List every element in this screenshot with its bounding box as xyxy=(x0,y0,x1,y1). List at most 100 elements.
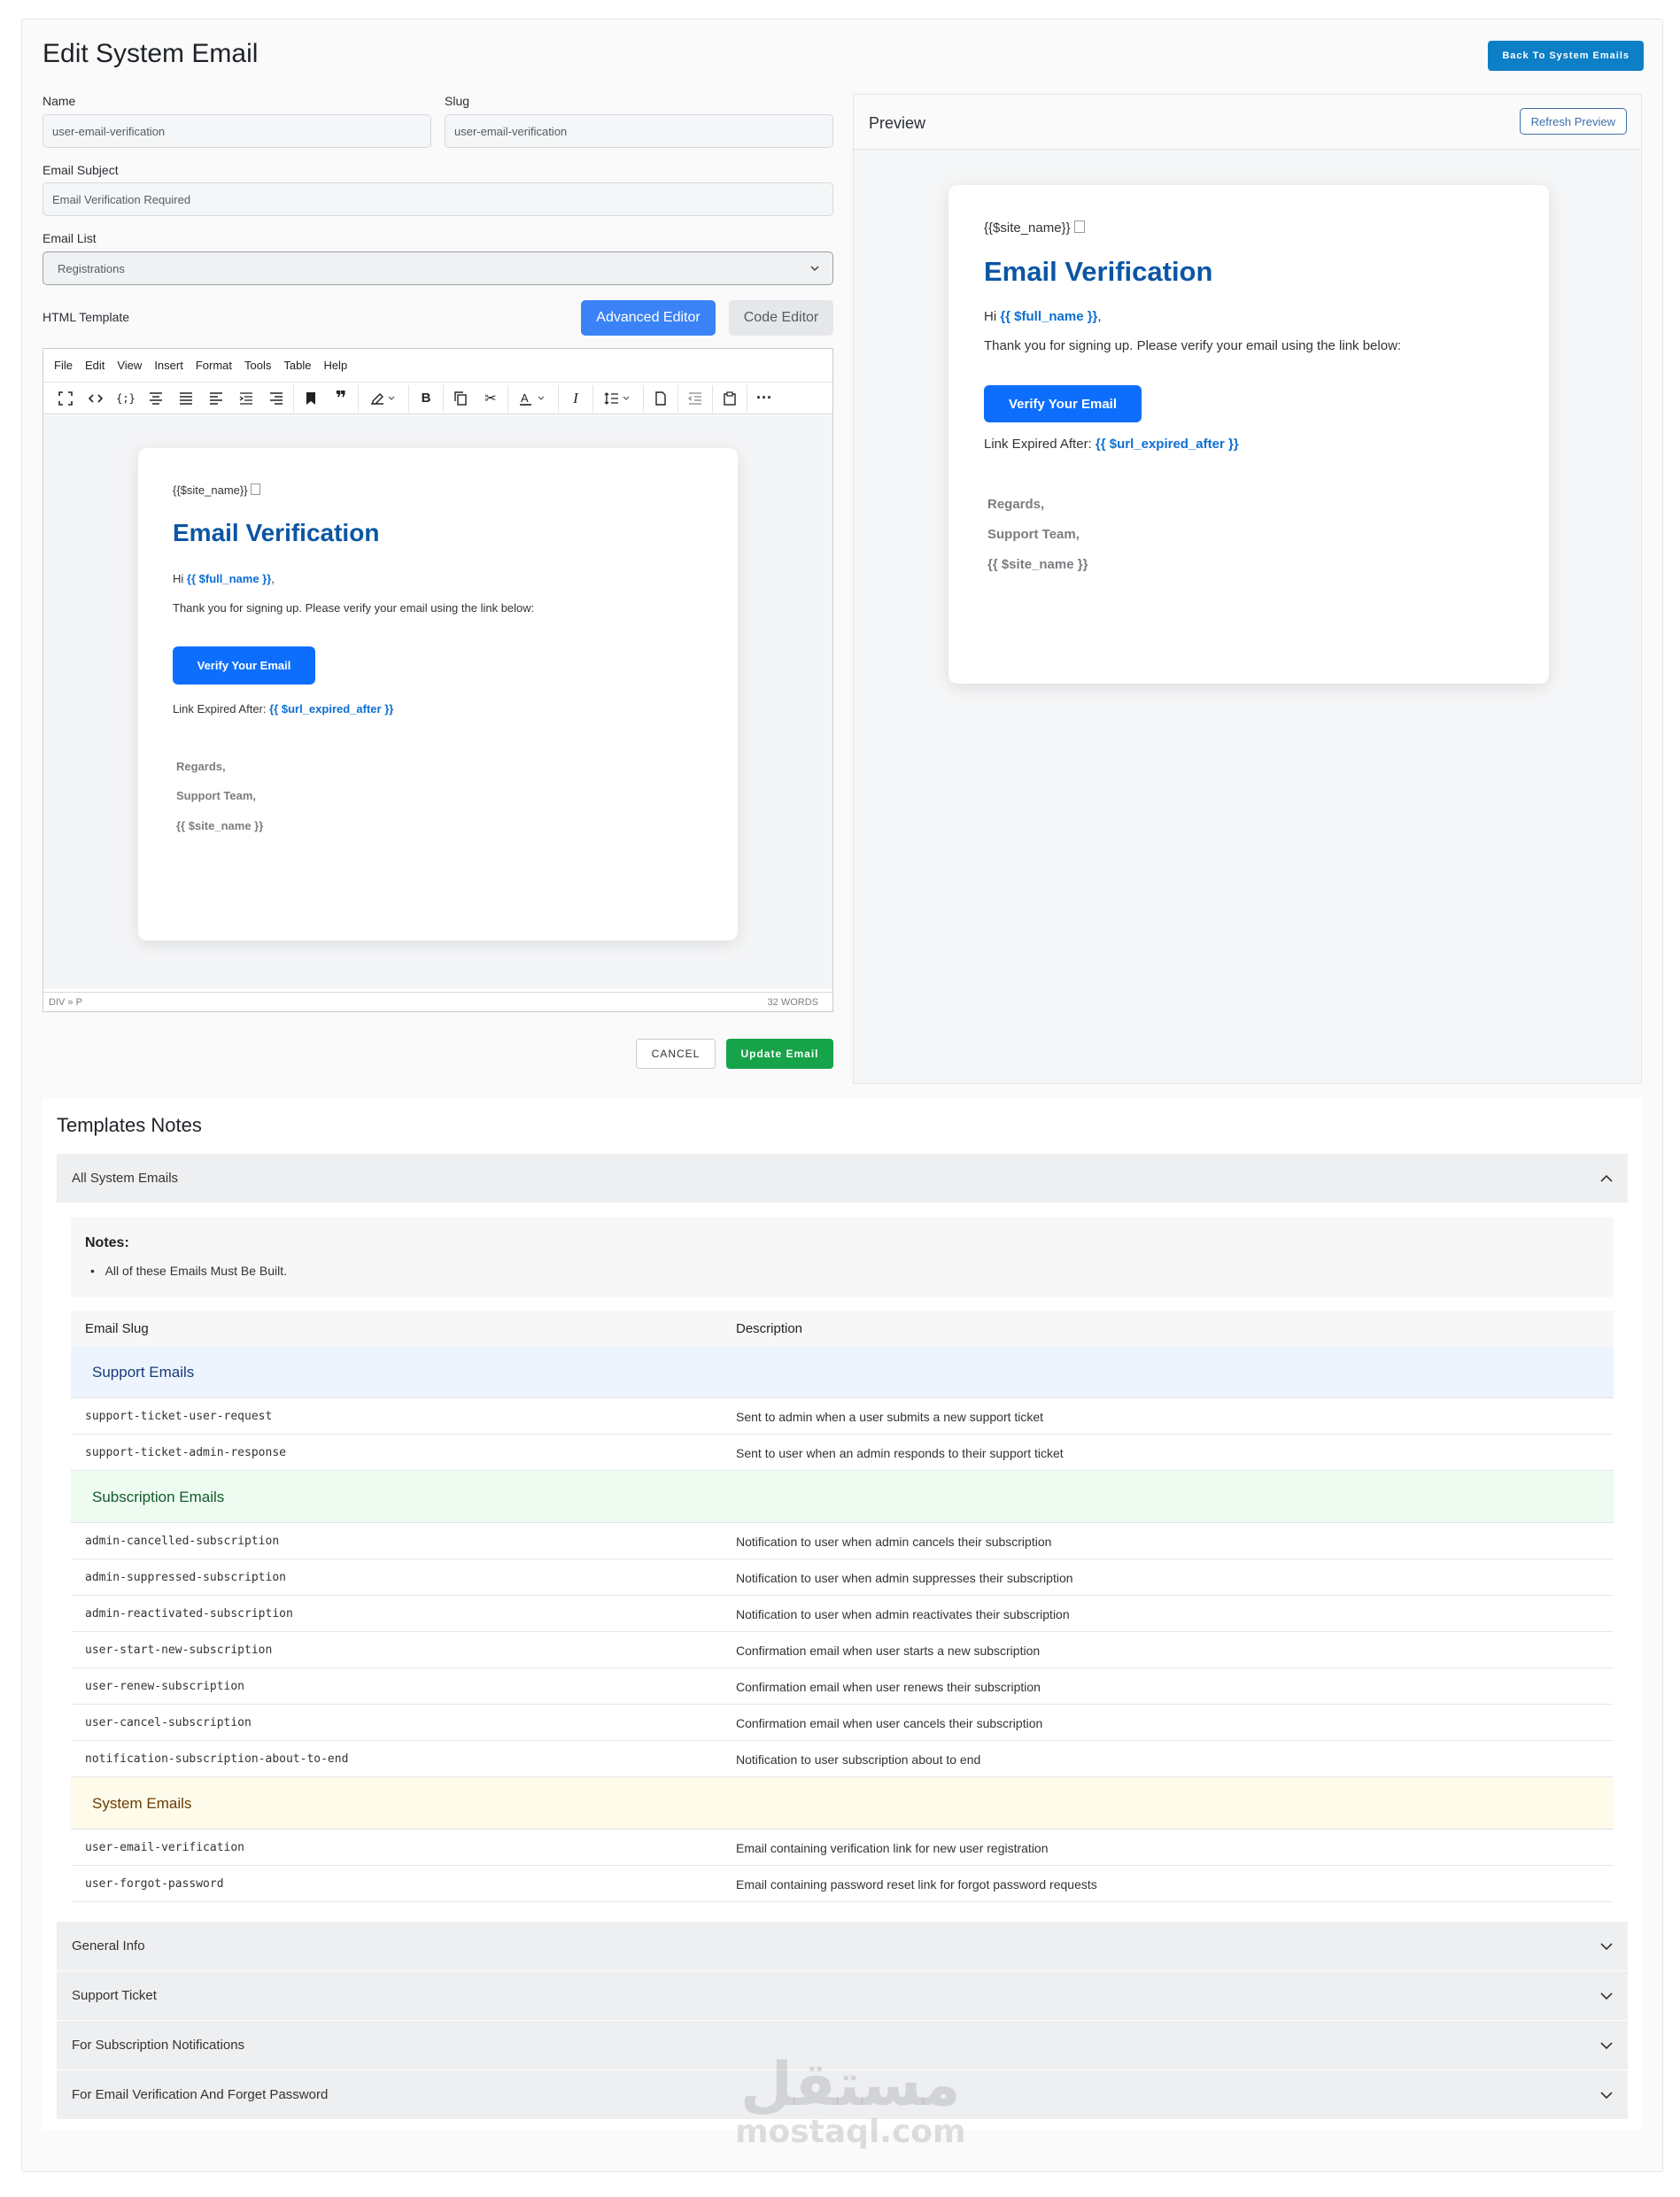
text-color-icon[interactable]: A xyxy=(510,385,556,412)
outdent-icon[interactable] xyxy=(680,385,710,412)
notes-heading: Notes: xyxy=(85,1235,129,1250)
email-description: Notification to user when admin reactiva… xyxy=(736,1607,1070,1621)
email-description: Confirmation email when user cancels the… xyxy=(736,1716,1043,1730)
email-signature-site: {{ $site_name }} xyxy=(176,819,264,832)
blockquote-icon[interactable]: ❞ xyxy=(326,385,356,412)
toolbar-divider xyxy=(643,384,644,412)
cut-icon[interactable]: ✂ xyxy=(476,385,506,412)
verify-email-button[interactable]: Verify Your Email xyxy=(984,385,1142,422)
table-row: user-forgot-password Email containing pas… xyxy=(71,1866,1614,1902)
email-description: Email containing password reset link for… xyxy=(736,1877,1097,1891)
email-body-text: Thank you for signing up. Please verify … xyxy=(984,338,1402,353)
advanced-editor-button[interactable]: Advanced Editor xyxy=(581,300,716,336)
line-height-icon[interactable] xyxy=(595,385,641,412)
accordion-general-info[interactable]: General Info xyxy=(57,1922,1628,1970)
email-slug: notification-subscription-about-to-end xyxy=(85,1752,349,1766)
email-slug: support-ticket-user-request xyxy=(85,1410,273,1423)
chevron-up-icon xyxy=(1600,1174,1613,1182)
toolbar-divider xyxy=(558,384,559,412)
email-site-name: {{$site_name}} xyxy=(173,483,261,497)
page-title: Edit System Email xyxy=(43,39,259,68)
refresh-preview-button[interactable]: Refresh Preview xyxy=(1519,108,1627,135)
element-path[interactable]: DIV » P xyxy=(49,997,82,1008)
email-subject-input[interactable]: Email Verification Required xyxy=(43,182,833,216)
italic-icon[interactable]: I xyxy=(561,385,591,412)
email-description: Confirmation email when user renews thei… xyxy=(736,1680,1041,1694)
justify-icon[interactable] xyxy=(171,385,201,412)
full-name-variable: {{ $full_name }} xyxy=(186,572,272,585)
toolbar-divider xyxy=(358,384,359,412)
broken-image-icon xyxy=(1073,220,1085,233)
cancel-button[interactable]: CANCEL xyxy=(636,1039,716,1069)
url-expired-variable: {{ $url_expired_after }} xyxy=(269,702,394,716)
code-sample-icon[interactable]: {;} xyxy=(111,385,141,412)
email-expiry-text: Link Expired After: {{ $url_expired_afte… xyxy=(173,702,394,716)
email-slug: admin-reactivated-subscription xyxy=(85,1607,293,1621)
chevron-down-icon xyxy=(1600,2042,1613,2050)
bookmark-icon[interactable] xyxy=(296,385,326,412)
notes-item: • All of these Emails Must Be Built. xyxy=(90,1264,287,1278)
email-list-value: Registrations xyxy=(58,261,125,275)
slug-label: Slug xyxy=(445,94,470,108)
accordion-label: All System Emails xyxy=(72,1171,179,1186)
more-icon[interactable]: ··· xyxy=(749,385,779,412)
copy-icon[interactable] xyxy=(445,385,476,412)
email-description: Notification to user when admin cancels … xyxy=(736,1535,1052,1549)
align-right-icon[interactable] xyxy=(261,385,291,412)
email-description: Confirmation email when user starts a ne… xyxy=(736,1644,1041,1658)
table-row: notification-subscription-about-to-end No… xyxy=(71,1741,1614,1777)
editor-content-area[interactable]: {{$site_name}} Email Verification Hi {{ … xyxy=(43,415,832,989)
group-label: Subscription Emails xyxy=(92,1489,225,1505)
back-to-system-emails-button[interactable]: Back To System Emails xyxy=(1488,41,1644,71)
templates-notes-section: Templates Notes All System Emails Notes:… xyxy=(43,1098,1642,2131)
word-count: 32 WORDS xyxy=(767,996,818,1008)
menu-edit[interactable]: Edit xyxy=(85,359,105,372)
verify-email-button[interactable]: Verify Your Email xyxy=(173,646,315,685)
email-signature-regards: Regards, xyxy=(176,760,226,773)
menu-tools[interactable]: Tools xyxy=(244,359,271,372)
accordion-support-ticket[interactable]: Support Ticket xyxy=(57,1971,1628,2020)
slug-input[interactable]: user-email-verification xyxy=(445,114,833,148)
align-center-icon[interactable] xyxy=(141,385,171,412)
table-row: user-renew-subscription Confirmation emai… xyxy=(71,1668,1614,1705)
menu-view[interactable]: View xyxy=(117,359,142,372)
email-heading: Email Verification xyxy=(984,256,1213,287)
table-row: support-ticket-user-request Sent to admin… xyxy=(71,1398,1614,1435)
paste-icon[interactable] xyxy=(715,385,745,412)
email-slug: support-ticket-admin-response xyxy=(85,1446,286,1459)
new-document-icon[interactable] xyxy=(646,385,676,412)
name-input[interactable]: user-email-verification xyxy=(43,114,431,148)
column-header-slug: Email Slug xyxy=(85,1321,149,1336)
email-body-text: Thank you for signing up. Please verify … xyxy=(173,601,535,615)
accordion-all-system-emails[interactable]: All System Emails xyxy=(57,1154,1628,1203)
update-email-button[interactable]: Update Email xyxy=(726,1039,833,1069)
group-row-subscription: Subscription Emails xyxy=(71,1471,1614,1523)
email-greeting: Hi {{ $full_name }}, xyxy=(173,572,275,585)
email-slug: user-renew-subscription xyxy=(85,1680,245,1693)
menu-table[interactable]: Table xyxy=(283,359,311,372)
email-slug: user-start-new-subscription xyxy=(85,1644,273,1657)
email-heading: Email Verification xyxy=(173,519,380,546)
email-slug: user-forgot-password xyxy=(85,1877,224,1891)
code-editor-button[interactable]: Code Editor xyxy=(729,300,833,336)
email-slug-table: Email Slug Description Support Emails su… xyxy=(71,1311,1614,1902)
accordion-label: For Email Verification And Forget Passwo… xyxy=(72,2087,329,2102)
menu-format[interactable]: Format xyxy=(196,359,232,372)
indent-list-icon[interactable] xyxy=(231,385,261,412)
email-signature-regards: Regards, xyxy=(987,497,1045,512)
email-site-name: {{$site_name}} xyxy=(984,220,1085,236)
email-list-select[interactable]: Registrations xyxy=(43,251,833,285)
menu-insert[interactable]: Insert xyxy=(154,359,183,372)
bold-icon[interactable]: B xyxy=(411,385,441,412)
chevron-down-icon xyxy=(1600,1943,1613,1951)
toolbar-divider xyxy=(677,384,678,412)
menu-help[interactable]: Help xyxy=(323,359,347,372)
source-code-icon[interactable] xyxy=(81,385,111,412)
html-editor[interactable]: File Edit View Insert Format Tools Table… xyxy=(43,348,833,1012)
highlight-color-icon[interactable] xyxy=(360,385,406,412)
email-signature-site: {{ $site_name }} xyxy=(987,557,1088,572)
menu-file[interactable]: File xyxy=(54,359,73,372)
align-left-icon[interactable] xyxy=(201,385,231,412)
group-label: Support Emails xyxy=(92,1364,195,1381)
fullscreen-icon[interactable] xyxy=(50,385,81,412)
